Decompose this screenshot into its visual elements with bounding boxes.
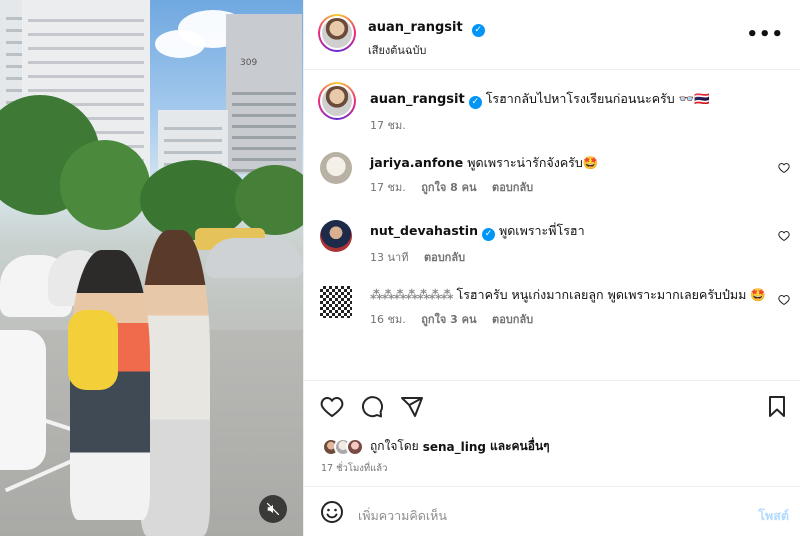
reply-button[interactable]: ตอบกลับ	[492, 313, 533, 326]
reply-button[interactable]: ตอบกลับ	[424, 251, 465, 264]
audio-label[interactable]: เสียงต้นฉบับ	[368, 41, 485, 59]
older-woman	[178, 245, 303, 536]
emoji-icon[interactable]	[320, 500, 344, 524]
comment-meta: 16 ชม. ถูกใจ 3 คน ตอบกลับ	[370, 311, 768, 328]
action-bar: ถูกใจโดย sena_ling และคนอื่นๆ 17 ชั่วโมง…	[304, 380, 800, 486]
caption-username[interactable]: auan_rangsit	[370, 92, 465, 107]
post-comment-button[interactable]: โพสต์	[758, 506, 789, 526]
building-number: 309	[240, 58, 258, 68]
comment-meta: 13 นาที ตอบกลับ	[370, 249, 768, 266]
tree	[60, 140, 150, 230]
caption-text: โรฮากลับไปหาโรงเรียนก่อนนะครับ 👓🇹🇭	[485, 91, 710, 106]
speaker-muted-icon	[266, 502, 280, 516]
comment-likes[interactable]: ถูกใจ 8 คน	[421, 181, 476, 194]
author-avatar[interactable]	[318, 14, 356, 52]
yellow-backpack	[68, 310, 118, 390]
like-heart-icon[interactable]	[320, 395, 344, 419]
comment-likes[interactable]: ถูกใจ 3 คน	[421, 313, 476, 326]
comment-text: โรฮาครับ หนูเก่งมากเลยลูก พูดเพราะมากเลย…	[456, 287, 766, 302]
liked-by-label: ถูกใจโดย	[370, 439, 419, 453]
comments-list[interactable]: auan_rangsit ✓ โรฮากลับไปหาโรงเรียนก่อนนะ…	[304, 70, 800, 380]
car	[0, 330, 46, 470]
comment-bubble-icon[interactable]	[360, 395, 384, 419]
building: 309	[226, 14, 302, 174]
commenter-avatar[interactable]	[320, 220, 352, 252]
comment-row: jariya.anfone พูดเพราะน่ารักจังครับ🤩 17 …	[320, 152, 790, 212]
liked-by-user[interactable]: sena_ling	[423, 440, 486, 454]
caption-row: auan_rangsit ✓ โรฮากลับไปหาโรงเรียนก่อนนะ…	[318, 82, 790, 144]
comment-meta: 17 ชม. ถูกใจ 8 คน ตอบกลับ	[370, 179, 768, 196]
comment-time: 17 ชม.	[370, 181, 406, 194]
comment-input[interactable]: เพิ่มความคิดเห็น	[358, 506, 447, 526]
bookmark-save-icon[interactable]	[766, 395, 788, 419]
comment-row: nut_devahastin ✓ พูดเพราะพี่โรฮา 13 นาที …	[320, 220, 790, 280]
liked-by-row[interactable]: ถูกใจโดย sena_ling และคนอื่นๆ	[322, 437, 550, 456]
comment-time: 13 นาที	[370, 251, 409, 264]
comment-row: ⁂⁂⁂⁂⁂⁂⁂ โรฮาครับ หนูเก่งมากเลยลูก พูดเพร…	[320, 284, 790, 364]
comment-text: พูดเพราะพี่โรฮา	[498, 223, 585, 238]
comment-username[interactable]: ⁂⁂⁂⁂⁂⁂⁂	[370, 287, 454, 302]
verified-badge-icon: ✓	[481, 228, 495, 241]
caption-avatar[interactable]	[318, 82, 356, 120]
verified-badge-icon: ✓	[468, 96, 482, 109]
caption-meta: 17 ชม.	[370, 117, 768, 134]
commenter-avatar[interactable]	[320, 152, 352, 184]
commenter-avatar[interactable]	[320, 286, 352, 318]
liked-by-others[interactable]: และคนอื่นๆ	[490, 437, 550, 456]
comment-text: พูดเพราะน่ารักจังครับ🤩	[467, 155, 599, 170]
comment-heart-icon[interactable]	[778, 230, 790, 242]
mute-button[interactable]	[259, 495, 287, 523]
reply-button[interactable]: ตอบกลับ	[492, 181, 533, 194]
more-options-button[interactable]: •••	[746, 24, 784, 45]
share-send-icon[interactable]	[400, 395, 424, 419]
comment-heart-icon[interactable]	[778, 294, 790, 306]
cloud	[155, 30, 205, 58]
author-username[interactable]: auan_rangsit	[368, 20, 463, 35]
tree	[235, 165, 303, 235]
comment-username[interactable]: jariya.anfone	[370, 155, 463, 170]
add-comment-bar: เพิ่มความคิดเห็น โพสต์	[304, 486, 800, 536]
caption-time: 17 ชม.	[370, 119, 406, 132]
verified-badge-icon: ✓	[471, 24, 485, 37]
post-panel: auan_rangsit ✓ เสียงต้นฉบับ ••• auan_ran…	[303, 0, 800, 536]
post-media[interactable]: 309	[0, 0, 303, 536]
liker-avatar	[346, 437, 364, 456]
comment-username[interactable]: nut_devahastin	[370, 223, 478, 238]
comment-time: 16 ชม.	[370, 313, 406, 326]
comment-heart-icon[interactable]	[778, 162, 790, 174]
post-header: auan_rangsit ✓ เสียงต้นฉบับ •••	[304, 0, 800, 70]
post-timestamp[interactable]: 17 ชั่วโมงที่แล้ว	[321, 461, 387, 476]
